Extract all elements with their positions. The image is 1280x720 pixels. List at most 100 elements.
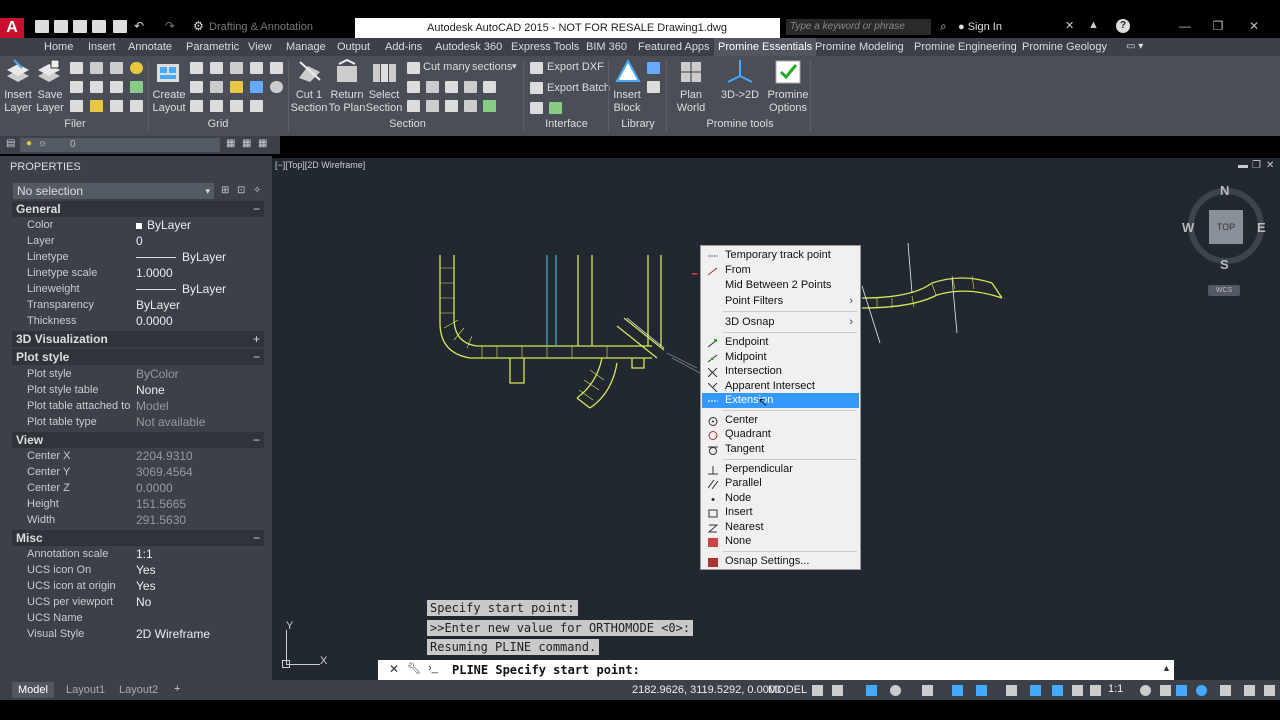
prop-row[interactable]: UCS per viewport No — [27, 594, 267, 610]
menu-item-midpoint[interactable]: Midpoint — [702, 350, 859, 365]
lightbulb-icon[interactable]: ● — [26, 138, 32, 149]
insert-block-icon[interactable] — [614, 58, 642, 84]
cut-section-icon[interactable] — [296, 58, 324, 84]
a360-icon[interactable]: ▲ — [1088, 19, 1099, 31]
section-tool-icon[interactable] — [483, 100, 496, 112]
layer-tool-icon[interactable]: ▦ — [226, 138, 235, 149]
minimize-icon[interactable]: — — [1175, 18, 1195, 34]
tab-layout2[interactable]: Layout2 — [113, 682, 164, 698]
quick-select-icon[interactable]: ✧ — [253, 185, 261, 196]
object-snap-icon[interactable] — [976, 685, 987, 696]
prop-row[interactable]: Linetype ByLayer — [27, 249, 267, 265]
grid-tool-icon[interactable] — [190, 100, 203, 112]
annotation-monitor-icon[interactable] — [1160, 685, 1171, 696]
filer-tool-icon[interactable] — [90, 100, 103, 112]
plan-world-icon[interactable] — [677, 58, 705, 84]
model-space-toggle[interactable]: MODEL — [768, 684, 807, 696]
menu-item-extension[interactable]: Extension — [702, 393, 859, 408]
prop-row[interactable]: Thickness 0.0000 — [27, 313, 267, 329]
menu-item-tangent[interactable]: Tangent — [702, 442, 859, 457]
section-tool-icon[interactable] — [464, 100, 477, 112]
selection-select[interactable]: No selection ▾ — [13, 183, 214, 199]
tab-promine-geology[interactable]: Promine Geology — [1022, 38, 1107, 56]
prop-row[interactable]: Linetype scale 1.0000 — [27, 265, 267, 281]
tab-express-tools[interactable]: Express Tools — [511, 38, 579, 56]
close-icon[interactable]: ✕ — [1244, 18, 1264, 34]
grid-tool-icon[interactable] — [230, 81, 243, 93]
tab-manage[interactable]: Manage — [286, 38, 326, 56]
create-layout-button[interactable]: Create Layout — [150, 89, 188, 115]
section-tool-icon[interactable] — [483, 81, 496, 93]
menu-item-endpoint[interactable]: Endpoint — [702, 335, 859, 350]
prop-row[interactable]: Layer 0 — [27, 233, 267, 249]
menu-item-point-filters[interactable]: Point Filters › — [702, 294, 859, 309]
save-icon[interactable] — [73, 20, 87, 33]
restore-icon[interactable]: ❐ — [1208, 18, 1228, 34]
tab-insert[interactable]: Insert — [88, 38, 116, 56]
gear-icon[interactable] — [1140, 685, 1151, 696]
cursor-coordinates[interactable]: 2182.9626, 3119.5292, 0.0000 — [632, 684, 781, 696]
grid-tool-icon[interactable] — [210, 81, 223, 93]
help-icon[interactable]: ? — [1116, 19, 1130, 33]
hardware-acceleration-icon[interactable] — [1220, 685, 1231, 696]
grid-display-icon[interactable] — [812, 685, 823, 696]
tab-model[interactable]: Model — [12, 682, 54, 698]
tab-home[interactable]: Home — [44, 38, 73, 56]
save-layer-button[interactable]: Save Layer — [34, 89, 66, 115]
tab-promine-essentials[interactable]: Promine Essentials — [714, 38, 817, 56]
grid-tool-icon[interactable] — [230, 62, 243, 74]
insert-layer-button[interactable]: Insert Layer — [2, 89, 34, 115]
undo-icon[interactable]: ↶ — [134, 19, 144, 33]
autocad-logo-icon[interactable]: A — [0, 18, 24, 38]
promine-options-button[interactable]: Promine Options — [766, 89, 810, 115]
grid-tool-icon[interactable] — [270, 62, 283, 74]
compass-east[interactable]: E — [1257, 220, 1266, 235]
customization-icon[interactable] — [1264, 685, 1275, 696]
transparency-icon[interactable] — [1030, 685, 1041, 696]
menu-item-from[interactable]: From — [702, 263, 859, 278]
prop-row[interactable]: Center Z 0.0000 — [27, 480, 267, 496]
filer-tool-icon[interactable] — [110, 81, 123, 93]
tab-bim-360[interactable]: BIM 360 — [586, 38, 627, 56]
create-layout-icon[interactable] — [155, 58, 183, 84]
interface-tool-icon[interactable] — [530, 102, 543, 114]
viewport-controls[interactable]: [−][Top][2D Wireframe] — [275, 160, 365, 170]
add-layout-icon[interactable]: + — [174, 683, 180, 695]
section-plot-style[interactable]: Plot style − — [12, 349, 264, 365]
viewport-restore-icon[interactable]: ❐ — [1252, 160, 1261, 171]
filer-tool-icon[interactable] — [130, 100, 143, 112]
section-tool-icon[interactable] — [445, 100, 458, 112]
search-input[interactable]: Type a keyword or phrase — [786, 19, 931, 35]
prop-row[interactable]: Color ByLayer — [27, 217, 267, 233]
filer-tool-icon[interactable] — [70, 100, 83, 112]
annotation-scale[interactable]: 1:1 — [1108, 683, 1123, 695]
grid-tool-icon[interactable] — [250, 62, 263, 74]
toggle-pickadd-icon[interactable]: ⊞ — [221, 185, 229, 196]
gear-icon[interactable]: ⚙ — [193, 19, 204, 33]
recent-commands-icon[interactable]: ›_ — [428, 662, 438, 674]
menu-item-apparent-intersect[interactable]: Apparent Intersect — [702, 379, 859, 394]
menu-item-3d-osnap[interactable]: 3D Osnap › — [702, 315, 859, 330]
menu-item-osnap-settings[interactable]: Osnap Settings... — [702, 554, 859, 569]
isolate-objects-icon[interactable] — [1196, 685, 1207, 696]
layer-properties-icon[interactable]: ▤ — [6, 138, 15, 149]
menu-item-none[interactable]: None — [702, 534, 859, 549]
grid-tool-icon[interactable] — [230, 100, 243, 112]
grid-tool-icon[interactable] — [210, 100, 223, 112]
chevron-up-icon[interactable]: ▲ — [1162, 663, 1171, 673]
tab-layout1[interactable]: Layout1 — [60, 682, 111, 698]
polar-tracking-icon[interactable] — [890, 685, 901, 696]
prop-row[interactable]: Center Y 3069.4564 — [27, 464, 267, 480]
annotation-visibility-icon[interactable] — [1072, 685, 1083, 696]
filer-tool-icon[interactable] — [90, 62, 103, 74]
compass-west[interactable]: W — [1182, 220, 1194, 235]
grid-tool-icon[interactable] — [270, 81, 283, 93]
tab-promine-modeling[interactable]: Promine Modeling — [815, 38, 904, 56]
menu-item-mid-between-2-points[interactable]: Mid Between 2 Points — [702, 278, 859, 293]
filer-tool-icon[interactable] — [130, 81, 143, 93]
export-dxf-button[interactable]: Export DXF — [547, 61, 604, 73]
grid-tool-icon[interactable] — [190, 62, 203, 74]
close-icon[interactable]: ✕ — [389, 662, 399, 676]
tab-promine-engineering[interactable]: Promine Engineering — [914, 38, 1017, 56]
compass-north[interactable]: N — [1220, 183, 1229, 198]
